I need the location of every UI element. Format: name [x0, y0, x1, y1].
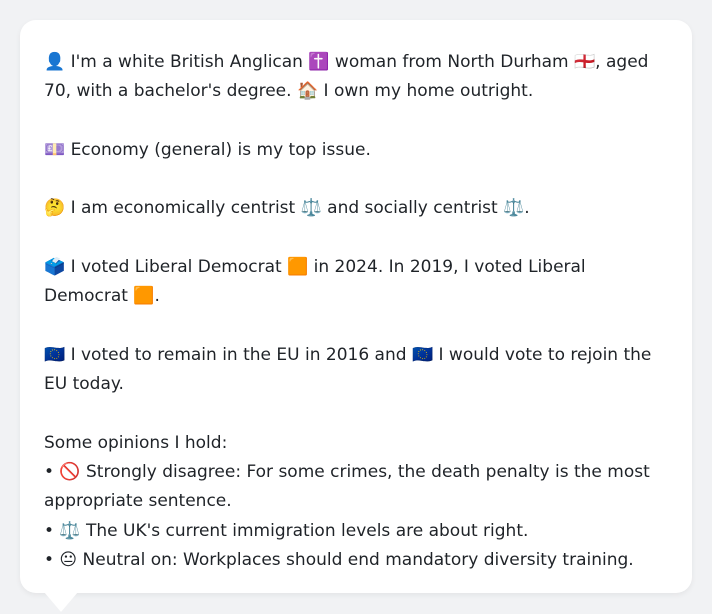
opinion-item: • 🚫 Strongly disagree: For some crimes, …: [44, 462, 650, 512]
voting-history-text: 🗳️ I voted Liberal Democrat 🟧 in 2024. I…: [44, 257, 586, 307]
top-issue-text: 💷 Economy (general) is my top issue.: [44, 139, 371, 160]
bubble-tail: [44, 592, 78, 612]
opinions-heading: Some opinions I hold:: [44, 432, 228, 453]
profile-identity-text: 👤 I'm a white British Anglican ✝️ woman …: [44, 52, 649, 102]
opinion-item: • 😐 Neutral on: Workplaces should end ma…: [44, 550, 634, 571]
message-bubble: 👤 I'm a white British Anglican ✝️ woman …: [20, 20, 692, 593]
ideology-text: 🤔 I am economically centrist ⚖️ and soci…: [44, 198, 530, 219]
eu-vote-text: 🇪🇺 I voted to remain in the EU in 2016 a…: [44, 344, 652, 395]
opinion-item: • ⚖️ The UK's current immigration levels…: [44, 520, 529, 541]
